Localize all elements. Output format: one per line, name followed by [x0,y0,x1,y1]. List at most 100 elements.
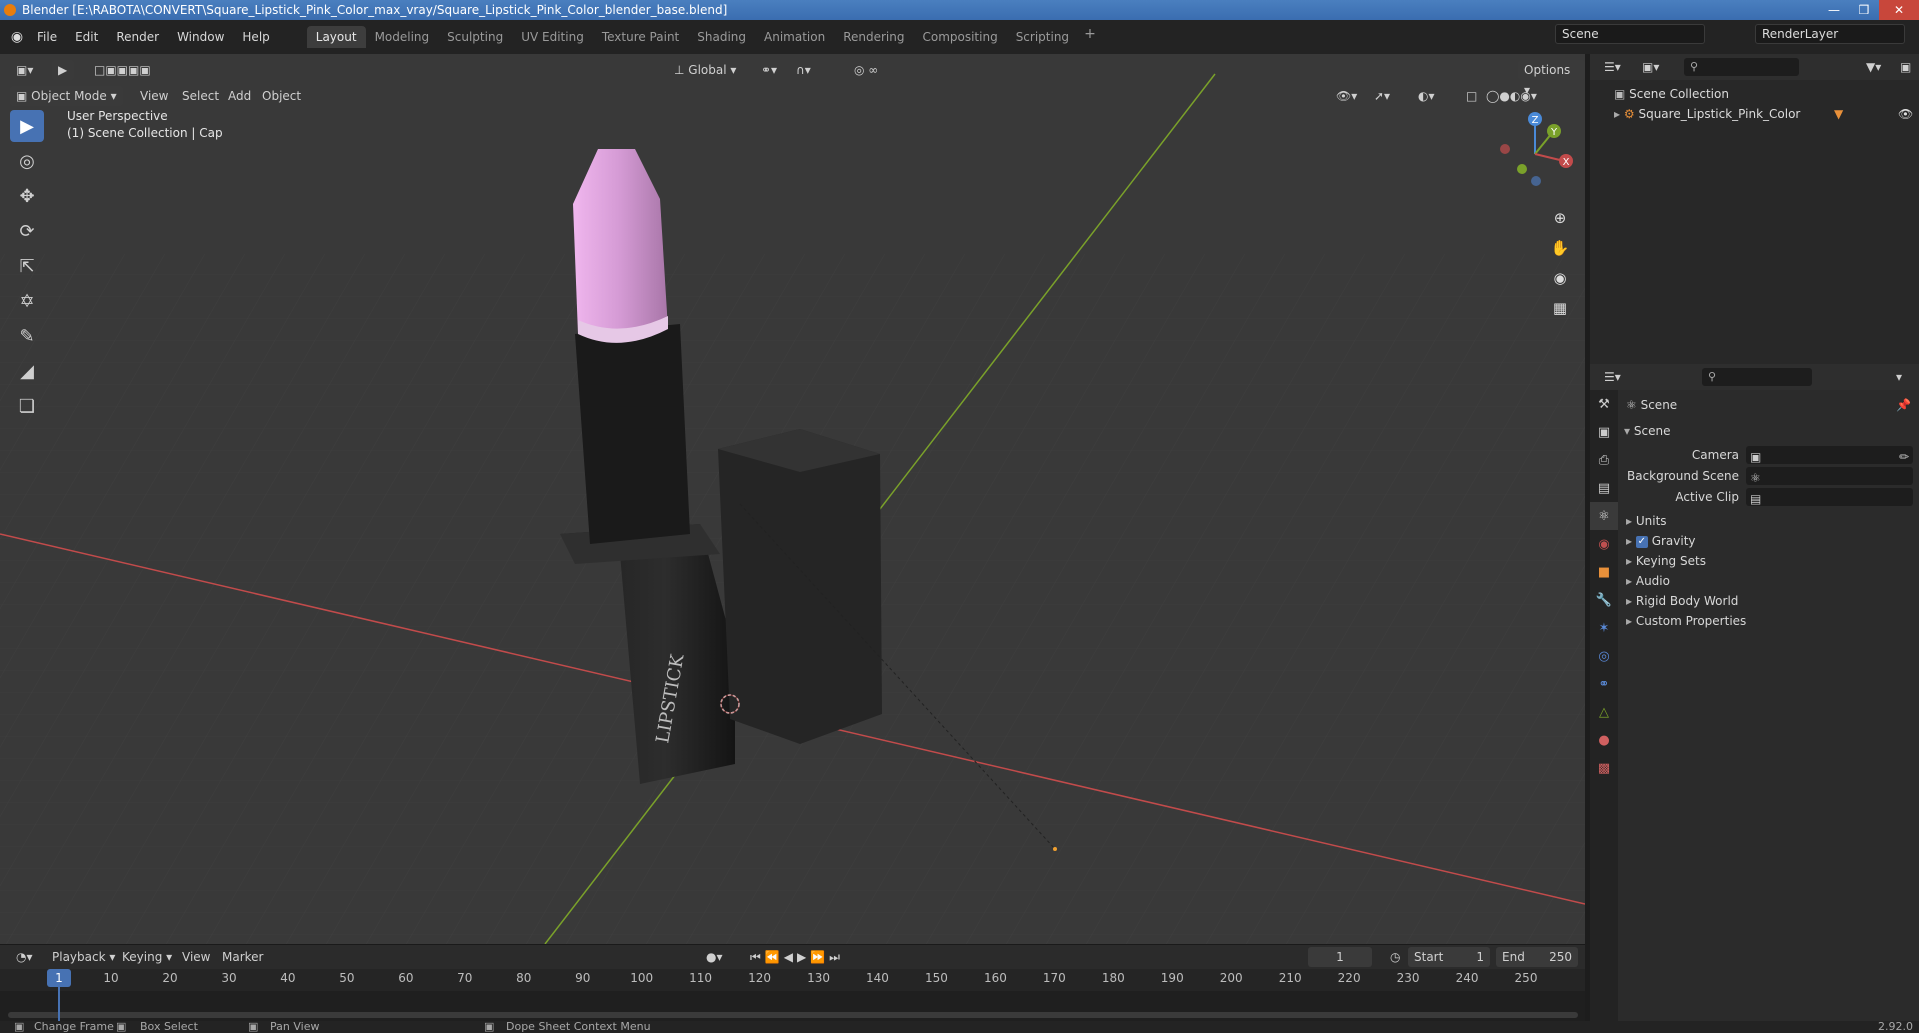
tool-tab-icon[interactable]: ⚒ [1590,390,1618,418]
menu-select[interactable]: Select [176,86,225,106]
gravity-subpanel[interactable]: ▸ ✓ Gravity [1618,530,1919,552]
data-tab-icon[interactable]: △ [1590,698,1618,726]
units-subpanel[interactable]: ▸ Units [1618,510,1919,532]
properties-editor-type-icon[interactable]: ☰▾ [1598,367,1627,387]
tab-sculpting[interactable]: Sculpting [438,26,512,48]
tab-rendering[interactable]: Rendering [834,26,913,48]
outliner-editor-type-icon[interactable]: ☰▾ [1598,57,1627,77]
rotate-tool-icon[interactable]: ⟳ [10,215,44,247]
menu-add[interactable]: Add [222,86,257,106]
clock-icon[interactable]: ◷ [1384,947,1406,967]
tab-layout[interactable]: Layout [306,26,366,48]
transform-tool-icon[interactable]: ✡ [10,285,44,317]
end-frame-field[interactable]: End 250 [1496,947,1578,967]
new-collection-icon[interactable]: ▣ [1894,57,1917,77]
playback-controls[interactable]: ⏮⏪◀▶⏩⏭ [744,947,850,967]
pivot-point-icon[interactable]: ⚭▾ [755,60,783,80]
world-tab-icon[interactable]: ◉ [1590,530,1618,558]
background-scene-field[interactable]: ⚛ [1746,467,1913,485]
timeline-scrollbar[interactable] [8,1012,1578,1018]
snap-icon[interactable]: ∩▾ [790,60,817,80]
display-mode-icon[interactable]: ▣▾ [1636,57,1665,77]
scene-panel-header[interactable]: ▾ Scene [1618,420,1919,442]
menu-help[interactable]: Help [233,27,278,47]
camera-view-icon[interactable]: ◉ [1546,264,1574,292]
ortho-toggle-icon[interactable]: ▦ [1546,294,1574,322]
select-tool-button[interactable]: ▶ [52,60,74,80]
pin-icon[interactable]: 📌 [1896,394,1911,416]
expand-arrow-icon[interactable]: ▸ [1614,107,1620,121]
menu-file[interactable]: File [28,27,66,47]
filter-icon[interactable]: ▼▾ [1860,57,1887,77]
texture-tab-icon[interactable]: ▩ [1590,754,1618,782]
tab-texture-paint[interactable]: Texture Paint [593,26,688,48]
menu-render[interactable]: Render [107,27,168,47]
menu-timeline-view[interactable]: View [176,947,216,967]
scene-collection-row[interactable]: ▣ Scene Collection [1614,84,1729,104]
modifier-icon[interactable]: ▼ [1834,104,1843,124]
audio-subpanel[interactable]: ▸ Audio [1618,570,1919,592]
minimize-button[interactable]: — [1819,0,1849,20]
zoom-icon[interactable]: ⊕ [1546,204,1574,232]
start-frame-field[interactable]: Start 1 [1408,947,1490,967]
gizmo-toggle-icon[interactable]: ➚▾ [1368,86,1396,106]
measure-tool-icon[interactable]: ◢ [10,355,44,387]
current-frame-field[interactable]: 1 [1308,947,1372,967]
view-layer-tab-icon[interactable]: ▤ [1590,474,1618,502]
gravity-checkbox[interactable]: ✓ [1635,535,1648,548]
overlay-toggle-icon[interactable]: ◐▾ [1412,86,1441,106]
properties-search-input[interactable]: ⚲ [1702,368,1812,386]
tab-scripting[interactable]: Scripting [1007,26,1078,48]
timeline-track-area[interactable] [0,991,1585,1022]
add-workspace-button[interactable]: + [1078,26,1102,48]
menu-keying[interactable]: Keying ▾ [116,947,178,967]
modifier-tab-icon[interactable]: 🔧 [1590,586,1618,614]
object-tab-icon[interactable]: ■ [1590,558,1618,586]
timeline-editor-type-icon[interactable]: ◔▾ [10,947,39,967]
selection-mode-icons[interactable]: □▣▣▣▣ [88,60,157,80]
3d-viewport[interactable]: LIPSTICK ▣▾ ▶ □▣▣▣▣ ⊥ Global ▾ ⚭▾ ∩▾ ◎ ∞… [0,54,1585,944]
blender-menu-icon[interactable]: ◉ [6,26,28,48]
keying-sets-subpanel[interactable]: ▸ Keying Sets [1618,550,1919,572]
transform-orientation-dropdown[interactable]: ⊥ Global ▾ [668,60,742,80]
outliner-search-input[interactable]: ⚲ [1684,58,1799,76]
proportional-edit-icon[interactable]: ◎ ∞ [848,60,884,80]
move-tool-icon[interactable]: ✥ [10,180,44,212]
output-tab-icon[interactable]: ⎙ [1590,446,1618,474]
record-icon[interactable]: ●▾ [700,947,729,967]
eye-visibility-icon[interactable]: 👁 [1898,104,1913,124]
render-layer-selector[interactable]: RenderLayer [1755,24,1905,44]
tab-compositing[interactable]: Compositing [913,26,1006,48]
menu-edit[interactable]: Edit [66,27,107,47]
tab-shading[interactable]: Shading [688,26,755,48]
menu-window[interactable]: Window [168,27,233,47]
pan-hand-icon[interactable]: ✋ [1546,234,1574,262]
material-tab-icon[interactable]: ● [1590,726,1618,754]
active-clip-field[interactable]: ▤ [1746,488,1913,506]
playhead-frame[interactable]: 1 [47,969,71,987]
timeline-editor[interactable]: ◔▾ Playback ▾ Keying ▾ View Marker ●▾ ⏮⏪… [0,944,1585,1022]
navigation-gizmo[interactable]: Z Y X [1490,109,1580,199]
scene-selector[interactable]: Scene [1555,24,1705,44]
frame-ruler[interactable]: 10 20 30 40 50 60 70 80 90 100 110 120 130 140 150 160 1… [0,969,1585,991]
editor-type-icon[interactable]: ▣▾ [10,60,39,80]
select-box-tool-icon[interactable]: ▶ [10,110,44,142]
tab-animation[interactable]: Animation [755,26,834,48]
custom-properties-subpanel[interactable]: ▸ Custom Properties [1618,610,1919,632]
outliner-item-lipstick[interactable]: ▸ ⚙ Square_Lipstick_Pink_Color ▼ 👁 [1614,104,1914,124]
visibility-icon[interactable]: 👁▾ [1330,86,1363,106]
menu-object[interactable]: Object [256,86,307,106]
scale-tool-icon[interactable]: ⇱ [10,250,44,282]
constraints-tab-icon[interactable]: ⚭ [1590,670,1618,698]
menu-view[interactable]: View [134,86,174,106]
particles-tab-icon[interactable]: ✶ [1590,614,1618,642]
tab-modeling[interactable]: Modeling [366,26,439,48]
options-dropdown[interactable]: Options ▾ [1518,60,1585,97]
physics-tab-icon[interactable]: ◎ [1590,642,1618,670]
render-tab-icon[interactable]: ▣ [1590,418,1618,446]
menu-marker[interactable]: Marker [216,947,269,967]
add-cube-tool-icon[interactable]: ❏ [10,390,44,422]
mode-dropdown[interactable]: ▣ Object Mode ▾ [10,86,123,106]
menu-playback[interactable]: Playback ▾ [46,947,121,967]
scene-tab-icon[interactable]: ⚛ [1590,502,1618,530]
